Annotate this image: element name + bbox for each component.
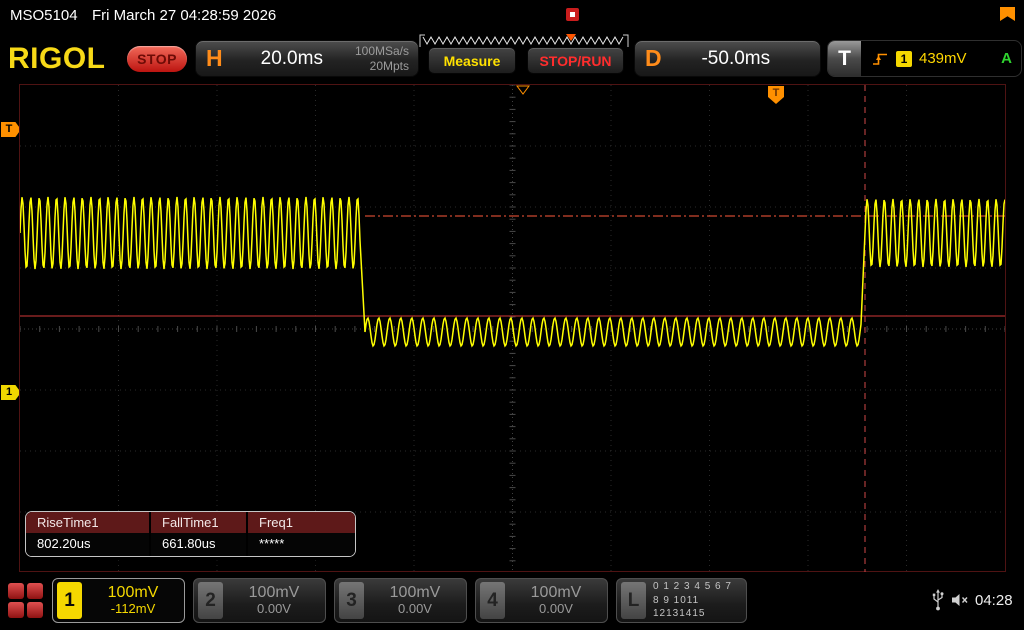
measurement-name: FallTime1 bbox=[151, 512, 246, 533]
trigger-source-chip: 1 bbox=[896, 51, 912, 67]
delay-label: D bbox=[635, 45, 668, 72]
trigger-edge-icon bbox=[871, 51, 889, 67]
measurement-value: 802.20us bbox=[26, 533, 149, 556]
center-position-marker bbox=[517, 86, 529, 94]
channel4-scale: 100mV bbox=[505, 584, 607, 602]
channel1-position-tag[interactable]: 1 bbox=[1, 385, 21, 400]
trigger-label: T bbox=[828, 41, 861, 76]
waveform-grid[interactable]: T bbox=[19, 84, 1006, 572]
channel3-scale: 100mV bbox=[364, 584, 466, 602]
delay-settings[interactable]: D -50.0ms bbox=[634, 40, 821, 77]
measurement-panel: RiseTime1 FallTime1 Freq1 802.20us 661.8… bbox=[25, 511, 356, 557]
trigger-sweep-mode: A bbox=[1001, 50, 1012, 67]
delay-value: -50.0ms bbox=[668, 48, 820, 70]
svg-text:T: T bbox=[773, 87, 780, 99]
digital-channels-box[interactable]: L 0 1 2 3 4 5 6 7 8 9 1011 12131415 bbox=[616, 578, 747, 623]
measurement-value: ***** bbox=[248, 533, 355, 556]
status-bar: MSO5104 Fri March 27 04:28:59 2026 bbox=[0, 0, 1024, 30]
channel2-scale: 100mV bbox=[223, 584, 325, 602]
horizontal-settings[interactable]: H 20.0ms 100MSa/s 20Mpts bbox=[195, 40, 419, 77]
channel3-box[interactable]: 3 100mV 0.00V bbox=[334, 578, 467, 623]
model-name: MSO5104 bbox=[10, 7, 78, 24]
channel3-number: 3 bbox=[339, 582, 364, 619]
trigger-level-value: 439mV bbox=[919, 50, 967, 67]
channel1-scale: 100mV bbox=[82, 584, 184, 602]
channel1-box[interactable]: 1 100mV -112mV bbox=[52, 578, 185, 623]
channel1-offset: -112mV bbox=[82, 602, 184, 617]
trigger-level-tag[interactable]: T bbox=[1, 122, 21, 137]
channel1-number: 1 bbox=[57, 582, 82, 619]
channel2-number: 2 bbox=[198, 582, 223, 619]
stop-run-button[interactable]: STOP/RUN bbox=[527, 47, 624, 74]
measurement-name: Freq1 bbox=[248, 512, 355, 533]
channel3-offset: 0.00V bbox=[364, 602, 466, 617]
digital-row-1: 0 1 2 3 4 5 6 7 bbox=[646, 580, 746, 594]
header-toolbar: RIGOL STOP H 20.0ms 100MSa/s 20Mpts Meas… bbox=[0, 30, 1024, 84]
memory-depth: 20Mpts bbox=[355, 59, 409, 73]
menu-button[interactable] bbox=[8, 583, 43, 618]
trigger-settings[interactable]: T 1 439mV A bbox=[827, 40, 1022, 77]
channel2-box[interactable]: 2 100mV 0.00V bbox=[193, 578, 326, 623]
channel4-offset: 0.00V bbox=[505, 602, 607, 617]
horizontal-label: H bbox=[196, 45, 229, 72]
sample-rate: 100MSa/s bbox=[355, 44, 409, 58]
oscilloscope-screen: MSO5104 Fri March 27 04:28:59 2026 RIGOL… bbox=[0, 0, 1024, 630]
channel2-offset: 0.00V bbox=[223, 602, 325, 617]
run-state-badge[interactable]: STOP bbox=[127, 46, 187, 72]
usb-icon bbox=[930, 588, 946, 612]
record-icon bbox=[566, 8, 579, 21]
measure-button[interactable]: Measure bbox=[428, 47, 516, 74]
digital-label: L bbox=[621, 582, 646, 619]
channel4-box[interactable]: 4 100mV 0.00V bbox=[475, 578, 608, 623]
measurement-name: RiseTime1 bbox=[26, 512, 149, 533]
clock: 04:28 bbox=[975, 592, 1013, 609]
digital-row-2: 8 9 1011 12131415 bbox=[646, 594, 746, 621]
channel-bar: 1 100mV -112mV 2 100mV 0.00V 3 100mV 0.0… bbox=[0, 572, 1024, 630]
rigol-logo: RIGOL bbox=[8, 42, 106, 76]
timebase-value: 20.0ms bbox=[229, 48, 355, 70]
flag-icon bbox=[1000, 7, 1015, 21]
speaker-mute-icon[interactable] bbox=[950, 592, 970, 608]
date-time: Fri March 27 04:28:59 2026 bbox=[92, 7, 276, 24]
channel4-number: 4 bbox=[480, 582, 505, 619]
waveform-svg: T bbox=[20, 85, 1005, 573]
measurement-value: 661.80us bbox=[151, 533, 246, 556]
waveform-area: T 1 T RiseTime1 FallTime1 Freq1 802.20us… bbox=[0, 84, 1024, 572]
